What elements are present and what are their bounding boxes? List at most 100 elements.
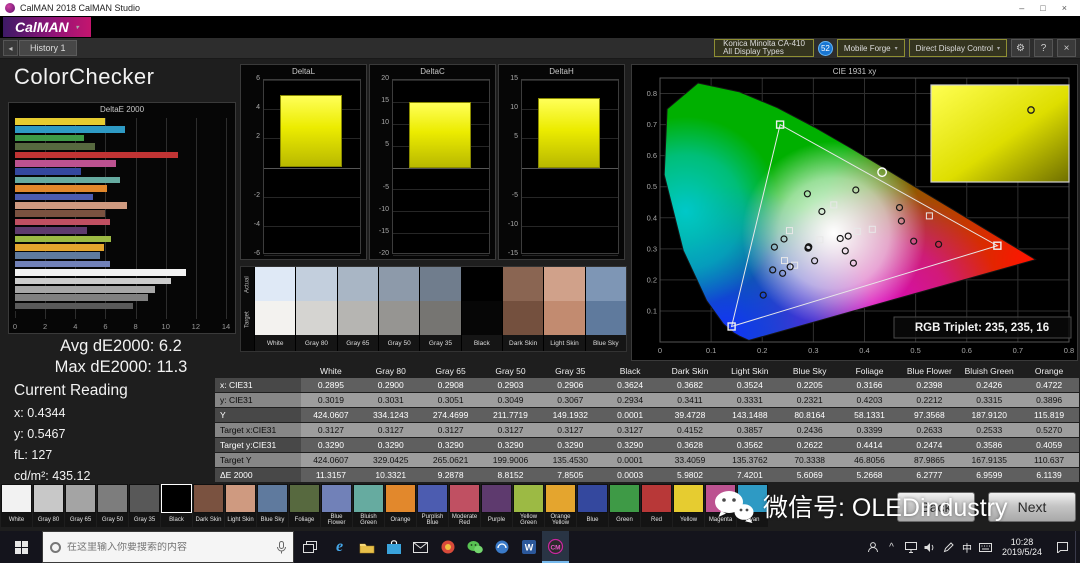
workflow-close-button[interactable]: × (1057, 39, 1076, 57)
y-tick-label: 15 (499, 75, 518, 82)
deltae-bar-gray-80 (15, 278, 171, 285)
patch-tile-green[interactable]: Green (609, 484, 640, 527)
task-view-button[interactable] (294, 531, 326, 563)
patch-tile-dark-skin[interactable]: Dark Skin (193, 484, 224, 527)
display-control-button[interactable]: Direct Display Control ▾ (909, 39, 1007, 57)
tab-history-1[interactable]: History 1 (19, 40, 77, 56)
patch-tile-gray-80[interactable]: Gray 80 (33, 484, 64, 527)
svg-text:0.5: 0.5 (910, 346, 920, 355)
patch-tile-black[interactable]: Black (161, 484, 192, 527)
gridline (393, 233, 489, 234)
measurement-table: WhiteGray 80Gray 65Gray 50Gray 35BlackDa… (215, 364, 1079, 483)
meter-count-badge[interactable]: 52 (818, 41, 833, 56)
actual-swatch (296, 267, 336, 301)
patch-tile-blue[interactable]: Blue (577, 484, 608, 527)
maximize-button[interactable]: □ (1040, 3, 1045, 13)
hidden-icons-chevron[interactable]: ^ (882, 531, 901, 563)
patch-tile-white[interactable]: White (1, 484, 32, 527)
patch-color (577, 484, 608, 513)
x-tick-label: 0 (13, 322, 17, 331)
y-tick-label: -5 (499, 192, 518, 199)
ime-indicator[interactable]: 中 (958, 540, 976, 555)
help-button[interactable]: ? (1034, 39, 1053, 57)
table-row-y: Y424.0607334.1243274.4699211.7719149.193… (215, 408, 1079, 422)
patch-tile-moderate-red[interactable]: Moderate Red (449, 484, 480, 527)
value-cell: 0.3019 (301, 393, 361, 407)
app-blue-taskbar-icon[interactable] (488, 531, 515, 563)
patch-tile-light-skin[interactable]: Light Skin (225, 484, 256, 527)
cie-diagram: 00.10.20.30.40.50.60.70.80.10.20.30.40.5… (632, 65, 1079, 362)
display-tray-icon[interactable] (901, 531, 920, 563)
value-cell: 0.3624 (600, 378, 660, 392)
patch-tile-foliage[interactable]: Foliage (289, 484, 320, 527)
patch-tile-orange[interactable]: Orange (385, 484, 416, 527)
patch-tile-yellow[interactable]: Yellow (673, 484, 704, 527)
people-icon[interactable] (863, 531, 882, 563)
history-back-button[interactable]: ◂ (3, 40, 18, 56)
source-button[interactable]: Mobile Forge ▾ (837, 39, 905, 57)
patch-tile-yellow-green[interactable]: Yellow Green (513, 484, 544, 527)
clock-time: 10:28 (995, 537, 1049, 547)
strip-column-gray-35: Gray 35 (419, 267, 460, 351)
keyboard-icon[interactable] (976, 531, 995, 563)
search-input[interactable] (67, 542, 271, 553)
y-tick-label: 10 (499, 104, 518, 111)
deltac-bar (409, 102, 470, 168)
meter-button[interactable]: Konica Minolta CA-410 All Display Types (714, 39, 814, 57)
patch-tile-red[interactable]: Red (641, 484, 672, 527)
table-header-row: WhiteGray 80Gray 65Gray 50Gray 35BlackDa… (215, 364, 1079, 377)
swatch-label: Gray 50 (379, 335, 419, 351)
file-explorer-taskbar-icon[interactable] (353, 531, 380, 563)
value-cell: 10.3321 (361, 468, 421, 482)
gridline (522, 80, 618, 81)
volume-icon[interactable] (920, 531, 939, 563)
y-tick-label: -20 (370, 250, 389, 257)
value-cell: 58.1331 (840, 408, 900, 422)
clock[interactable]: 10:28 2019/5/24 (995, 537, 1049, 557)
show-desktop-button[interactable] (1075, 531, 1080, 563)
settings-button[interactable]: ⚙ (1011, 39, 1030, 57)
svg-text:0.7: 0.7 (647, 120, 657, 129)
patch-tile-gray-65[interactable]: Gray 65 (65, 484, 96, 527)
edge-taskbar-icon[interactable]: e (326, 531, 353, 563)
patch-tile-gray-35[interactable]: Gray 35 (129, 484, 160, 527)
close-button[interactable]: × (1062, 3, 1067, 13)
app-red-taskbar-icon[interactable] (434, 531, 461, 563)
store-taskbar-icon[interactable] (380, 531, 407, 563)
calman-taskbar-icon[interactable]: CM (542, 531, 569, 563)
y-tick-label: 2 (241, 133, 260, 140)
patch-tile-blue-flower[interactable]: Blue Flower (321, 484, 352, 527)
svg-text:0.1: 0.1 (647, 306, 657, 315)
mail-taskbar-icon[interactable] (407, 531, 434, 563)
patch-tile-bluish-green[interactable]: Bluish Green (353, 484, 384, 527)
patch-tile-orange-yellow[interactable]: Orange Yellow (545, 484, 576, 527)
calman-logo-menu[interactable]: CalMAN ▾ (3, 17, 91, 37)
value-cell: 0.3290 (540, 438, 600, 452)
column-header-gray-50: Gray 50 (481, 364, 541, 377)
word-taskbar-icon[interactable]: W (515, 531, 542, 563)
gear-icon: ⚙ (1016, 43, 1025, 54)
patch-tile-blue-sky[interactable]: Blue Sky (257, 484, 288, 527)
target-swatch (420, 301, 460, 335)
actual-swatch (503, 267, 543, 301)
deltae-bar-gray-65 (15, 286, 155, 293)
target-swatch (296, 301, 336, 335)
minimize-button[interactable]: – (1019, 3, 1024, 13)
patch-tile-purplish-blue[interactable]: Purplish Blue (417, 484, 448, 527)
value-cell: 39.4728 (660, 408, 720, 422)
display-control-label: Direct Display Control (916, 44, 993, 53)
patch-label: Red (641, 513, 672, 527)
current-reading-heading: Current Reading (14, 382, 128, 400)
taskbar-search[interactable] (42, 531, 294, 563)
patch-tile-gray-50[interactable]: Gray 50 (97, 484, 128, 527)
start-button[interactable] (0, 531, 42, 563)
action-center-button[interactable] (1049, 531, 1075, 563)
patch-label: Gray 65 (65, 513, 96, 527)
patch-color (481, 484, 512, 513)
value-cell: 6.2777 (899, 468, 959, 482)
value-cell: 0.4414 (840, 438, 900, 452)
patch-tile-purple[interactable]: Purple (481, 484, 512, 527)
svg-text:0.6: 0.6 (647, 151, 657, 160)
pen-icon[interactable] (939, 531, 958, 563)
wechat-taskbar-icon[interactable] (461, 531, 488, 563)
